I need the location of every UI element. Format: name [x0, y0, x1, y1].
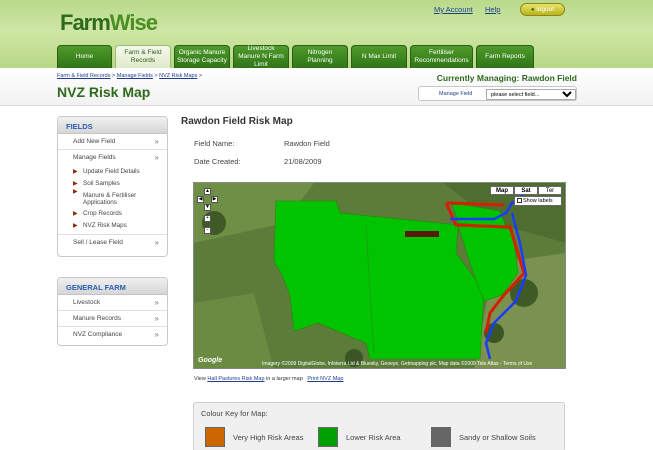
- satellite-imagery: [194, 183, 565, 368]
- tab-n-max-limit[interactable]: N Max Limit: [351, 45, 407, 68]
- chevron-right-icon: »: [154, 137, 159, 146]
- sidebar-item-nvz-compliance[interactable]: NVZ Compliance»: [58, 327, 167, 343]
- sidebar-sub-nvz-risk-maps[interactable]: ▶ NVZ Risk Maps: [58, 220, 167, 232]
- header: FarmWise My Account Help ● logout Home F…: [0, 0, 653, 68]
- breadcrumb-nvz-risk-maps[interactable]: NVZ Risk Maps: [159, 73, 197, 79]
- sidebar-sub-update-field-details[interactable]: ▶ Update Field Details: [58, 166, 167, 178]
- arrow-right-icon: ▶: [73, 223, 78, 229]
- map-type-ter[interactable]: Ter: [538, 186, 562, 195]
- pan-left-icon[interactable]: ◀: [197, 196, 204, 203]
- arrow-right-icon: ▶: [73, 189, 78, 195]
- breadcrumb-farm-field-records[interactable]: Farm & Field Records: [57, 73, 111, 79]
- sidebar-item-manure-records[interactable]: Manure Records»: [58, 311, 167, 327]
- page-title: NVZ Risk Map: [57, 84, 151, 100]
- pan-right-icon[interactable]: ▶: [211, 196, 218, 203]
- date-created-label: Date Created:: [194, 157, 241, 166]
- tab-nitrogen-planning[interactable]: Nitrogen Planning: [292, 45, 348, 68]
- tab-fertiliser-recommendations[interactable]: Fertiliser Recommendations: [410, 45, 473, 68]
- farmwise-logo[interactable]: FarmWise: [60, 10, 158, 36]
- arrow-right-icon: ▶: [73, 169, 78, 175]
- very-high-risk-label: Very High Risk Areas: [233, 433, 304, 442]
- fields-panel-title: FIELDS: [58, 117, 167, 134]
- tab-home[interactable]: Home: [57, 45, 112, 68]
- sidebar-sub-manure-fertiliser[interactable]: ▶ Manure & Fertiliser Applications: [58, 189, 167, 208]
- google-logo: Google: [198, 357, 223, 364]
- map-copyright: Imagery ©2009 DigitalGlobe, Infoterra Lt…: [262, 361, 533, 367]
- chevron-right-icon: »: [154, 314, 159, 323]
- tab-farm-reports[interactable]: Farm Reports: [476, 45, 534, 68]
- date-created-value: 21/08/2009: [284, 157, 322, 166]
- very-high-risk-swatch: [205, 427, 225, 447]
- colour-key-title: Colour Key for Map:: [201, 409, 268, 418]
- map-type-sat[interactable]: Sat: [514, 186, 538, 195]
- map-links: View Hall Pastures Risk Map in a larger …: [194, 376, 344, 382]
- arrow-right-icon: ▶: [73, 211, 78, 217]
- currently-managing: Currently Managing: Rawdon Field: [436, 73, 577, 83]
- nvz-risk-map[interactable]: Map Sat Ter Show labels ▲ ◀ ▶ ▼ + − Goog…: [193, 182, 566, 369]
- sidebar-item-sell-lease-field[interactable]: Sell / Lease Field»: [58, 234, 167, 250]
- breadcrumb-manage-fields[interactable]: Manage Fields: [117, 73, 153, 79]
- sandy-shallow-label: Sandy or Shallow Soils: [459, 433, 536, 442]
- high-risk-boundary: [446, 201, 505, 207]
- field-name-label: Field Name:: [194, 139, 235, 148]
- breadcrumb: Farm & Field Records > Manage Fields > N…: [57, 73, 203, 79]
- general-farm-panel: GENERAL FARM Livestock» Manure Records» …: [57, 277, 168, 346]
- pan-up-icon[interactable]: ▲: [204, 188, 211, 195]
- lower-risk-label: Lower Risk Area: [346, 433, 401, 442]
- logout-icon: ●: [530, 7, 535, 13]
- my-account-link[interactable]: My Account: [434, 5, 473, 14]
- map-type-map-btn[interactable]: Map: [490, 186, 514, 195]
- zoom-out-icon[interactable]: −: [204, 227, 211, 234]
- chevron-right-icon: »: [154, 298, 159, 307]
- colour-key: Colour Key for Map: Very High Risk Areas…: [193, 402, 565, 450]
- chevron-right-icon: »: [154, 330, 159, 339]
- tab-organic-manure-storage[interactable]: Organic Manure Storage Capacity: [174, 45, 230, 68]
- field-risk-map-title: Rawdon Field Risk Map: [181, 116, 293, 127]
- sidebar-item-add-new-field[interactable]: Add New Field»: [58, 134, 167, 150]
- chevron-right-icon: »: [154, 238, 159, 247]
- checkbox-checked-icon[interactable]: [517, 198, 522, 204]
- fields-panel: FIELDS Add New Field» Manage Fields» ▶ Up…: [57, 116, 168, 257]
- larger-map-link[interactable]: Hall Pastures Risk Map: [207, 376, 264, 382]
- pan-down-icon[interactable]: ▼: [204, 204, 211, 211]
- sidebar-item-manage-fields[interactable]: Manage Fields»: [58, 150, 167, 166]
- manage-field-select[interactable]: please select field...: [486, 89, 576, 100]
- sandy-shallow-swatch: [431, 427, 451, 447]
- chevron-right-icon: »: [154, 153, 159, 162]
- tab-farm-field-records[interactable]: Farm & Field Records: [115, 45, 171, 68]
- show-labels-toggle[interactable]: Show labels: [514, 196, 562, 206]
- lower-risk-swatch: [318, 427, 338, 447]
- sidebar-sub-crop-records[interactable]: ▶ Crop Records: [58, 208, 167, 220]
- manage-field-label: Manage Field: [439, 91, 473, 97]
- general-farm-panel-title: GENERAL FARM: [58, 278, 167, 295]
- help-link[interactable]: Help: [485, 5, 500, 14]
- zoom-in-icon[interactable]: +: [204, 215, 211, 222]
- print-nvz-map-link[interactable]: Print NVZ Map: [307, 376, 343, 382]
- logout-button[interactable]: ● logout: [520, 3, 565, 16]
- manage-field-box: Manage Field please select field...: [418, 86, 577, 101]
- field-name-value: Rawdon Field: [284, 139, 330, 148]
- tab-livestock-manure[interactable]: Livestock Manure N Farm Limit: [233, 45, 289, 68]
- sidebar-item-livestock[interactable]: Livestock»: [58, 295, 167, 311]
